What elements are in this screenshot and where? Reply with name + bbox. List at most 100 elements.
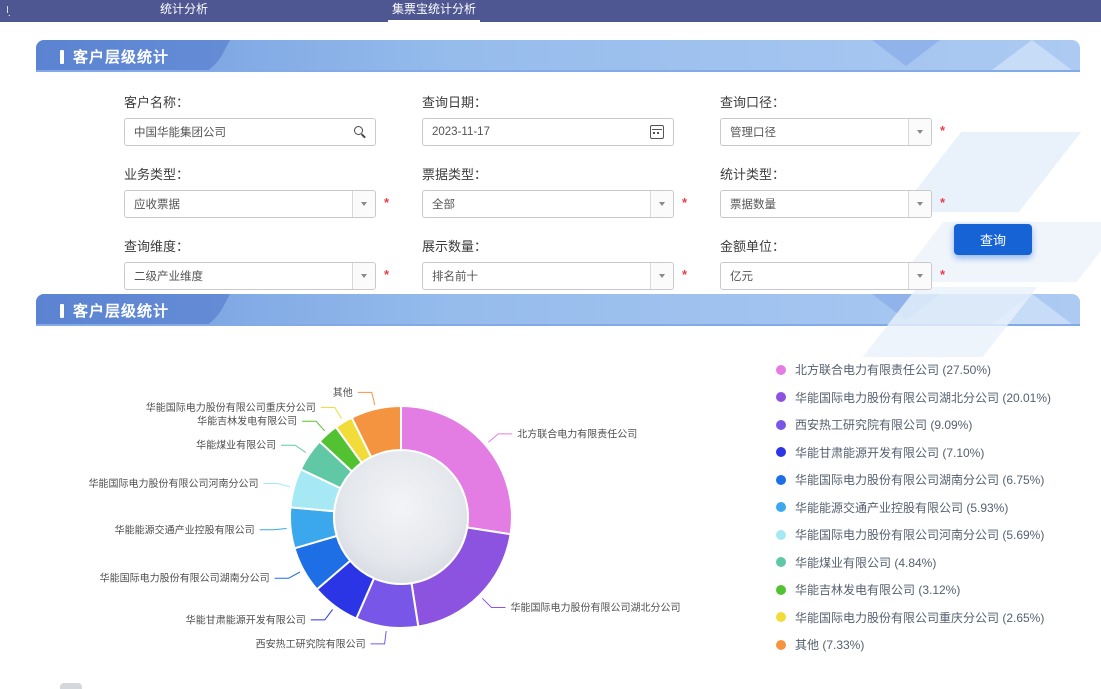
legend-dot-icon — [776, 502, 786, 512]
legend-item[interactable]: 北方联合电力有限责任公司 (27.50%) — [776, 356, 1051, 384]
select-arrow-box[interactable] — [908, 191, 931, 217]
field-value: 管理口径 — [730, 124, 776, 140]
field-label: 查询日期： — [422, 92, 674, 111]
callout-label: 其他 — [333, 386, 353, 399]
legend-item[interactable]: 华能能源交通产业控股有限公司 (5.93%) — [776, 494, 1051, 522]
required-marker: * — [940, 267, 945, 282]
donut-chart: 北方联合电力有限责任公司华能国际电力股份有限公司湖北分公司西安热工研究院有限公司… — [36, 326, 776, 689]
select-field[interactable]: 排名前十 — [422, 262, 674, 290]
banner-triangle-down — [872, 40, 940, 66]
legend-dot-icon — [776, 420, 786, 430]
search-icon[interactable] — [354, 126, 366, 138]
legend-dot-icon — [776, 585, 786, 595]
chevron-down-icon — [361, 274, 367, 278]
select-field[interactable]: 票据数量 — [720, 190, 932, 218]
callout-line — [321, 408, 342, 419]
select-arrow-box[interactable] — [650, 263, 673, 289]
callout-line — [302, 421, 325, 431]
select-arrow-box[interactable] — [650, 191, 673, 217]
field-label: 展示数量： — [422, 236, 674, 255]
select-arrow-box[interactable] — [352, 263, 375, 289]
query-button[interactable]: 查询 — [954, 224, 1032, 255]
chevron-down-icon — [361, 202, 367, 206]
legend-label: 华能国际电力股份有限公司重庆分公司 (2.65%) — [795, 609, 1044, 626]
legend-label: 华能国际电力股份有限公司湖北分公司 (20.01%) — [795, 389, 1051, 406]
legend-label: 其他 (7.33%) — [795, 636, 864, 653]
callout-line — [488, 434, 512, 442]
top-nav-bar: 刂 统计分析 集票宝统计分析 — [0, 0, 1101, 22]
calendar-icon[interactable] — [650, 125, 664, 139]
legend-item[interactable]: 华能国际电力股份有限公司湖南分公司 (6.75%) — [776, 466, 1051, 494]
nav-left-fragment: 刂 — [1, 2, 10, 19]
field-value: 排名前十 — [432, 268, 478, 284]
callout-label: 华能煤业有限公司 — [196, 439, 276, 452]
field-label: 客户名称： — [124, 92, 376, 111]
bottom-edge-fragment — [60, 683, 82, 689]
required-marker: * — [384, 267, 389, 282]
legend-label: 华能能源交通产业控股有限公司 (5.93%) — [795, 499, 1008, 516]
legend-item[interactable]: 其他 (7.33%) — [776, 631, 1051, 659]
legend-item[interactable]: 华能煤业有限公司 (4.84%) — [776, 549, 1051, 577]
callout-label: 西安热工研究院有限公司 — [256, 637, 366, 650]
legend-label: 华能国际电力股份有限公司湖南分公司 (6.75%) — [795, 471, 1044, 488]
banner-triangle-up — [992, 40, 1072, 70]
required-marker: * — [384, 195, 389, 210]
legend-item[interactable]: 华能国际电力股份有限公司重庆分公司 (2.65%) — [776, 604, 1051, 632]
query-form-grid: 客户名称： 中国华能集团公司 查询日期： 2023-11-17 查询口径： 管理口径 * 业务… — [124, 92, 1080, 290]
legend-item[interactable]: 华能国际电力股份有限公司湖北分公司 (20.01%) — [776, 384, 1051, 412]
select-field[interactable]: 应收票据 — [124, 190, 376, 218]
callout-label: 华能国际电力股份有限公司湖南分公司 — [100, 572, 270, 585]
field-value: 二级产业维度 — [134, 268, 203, 284]
field-value: 全部 — [432, 196, 455, 212]
field-label: 业务类型： — [124, 164, 376, 183]
legend-item[interactable]: 华能国际电力股份有限公司河南分公司 (5.69%) — [776, 521, 1051, 549]
form-field: 金额单位：亿元* — [720, 236, 932, 290]
select-arrow-box[interactable] — [352, 191, 375, 217]
callout-label: 华能国际电力股份有限公司河南分公司 — [89, 477, 259, 490]
required-marker: * — [940, 195, 945, 210]
chart-legend: 北方联合电力有限责任公司 (27.50%) 华能国际电力股份有限公司湖北分公司 (… — [776, 356, 1051, 659]
field-label: 查询口径： — [720, 92, 932, 111]
field-value: 亿元 — [730, 268, 753, 284]
legend-item[interactable]: 西安热工研究院有限公司 (9.09%) — [776, 411, 1051, 439]
legend-dot-icon — [776, 447, 786, 457]
legend-dot-icon — [776, 557, 786, 567]
form-field: 展示数量：排名前十* — [422, 236, 674, 290]
legend-item[interactable]: 华能吉林发电有限公司 (3.12%) — [776, 576, 1051, 604]
nav-tab[interactable]: 集票宝统计分析 — [388, 1, 480, 22]
select-field[interactable]: 二级产业维度 — [124, 262, 376, 290]
chevron-down-icon — [917, 202, 923, 206]
donut-chart-area: 北方联合电力有限责任公司华能国际电力股份有限公司湖北分公司西安热工研究院有限公司… — [36, 326, 1080, 689]
legend-item[interactable]: 华能甘肃能源开发有限公司 (7.10%) — [776, 439, 1051, 467]
chevron-down-icon — [917, 130, 923, 134]
chevron-down-icon — [659, 274, 665, 278]
select-arrow-box[interactable] — [908, 263, 931, 289]
legend-dot-icon — [776, 475, 786, 485]
legend-dot-icon — [776, 365, 786, 375]
required-marker: * — [940, 123, 945, 138]
callout-label: 华能国际电力股份有限公司湖北分公司 — [511, 601, 681, 614]
field-label: 统计类型： — [720, 164, 932, 183]
search-input[interactable]: 中国华能集团公司 — [124, 118, 376, 146]
query-form: 客户名称： 中国华能集团公司 查询日期： 2023-11-17 查询口径： 管理口径 * 业务… — [36, 72, 1080, 312]
select-field[interactable]: 亿元 — [720, 262, 932, 290]
legend-label: 西安热工研究院有限公司 (9.09%) — [795, 416, 972, 433]
callout-line — [275, 572, 300, 578]
select-field[interactable]: 管理口径 — [720, 118, 932, 146]
nav-tab[interactable]: 统计分析 — [156, 1, 212, 22]
field-label: 金额单位： — [720, 236, 932, 255]
select-field[interactable]: 全部 — [422, 190, 674, 218]
callout-label: 华能能源交通产业控股有限公司 — [115, 523, 255, 536]
callout-line — [358, 392, 375, 405]
filter-section-title: 客户层级统计 — [60, 46, 169, 67]
chart-section-title: 客户层级统计 — [60, 300, 169, 321]
form-field: 查询日期： 2023-11-17 — [422, 92, 674, 146]
required-marker: * — [682, 267, 687, 282]
date-input[interactable]: 2023-11-17 — [422, 118, 674, 146]
callout-label: 华能国际电力股份有限公司重庆分公司 — [146, 401, 316, 414]
form-field: 票据类型：全部* — [422, 164, 674, 218]
form-field: 统计类型：票据数量* — [720, 164, 932, 218]
app-screen: 刂 统计分析 集票宝统计分析 客户层级统计 客户名称： 中国华能集团公司 查询日期： 2… — [0, 0, 1101, 689]
select-arrow-box[interactable] — [908, 119, 931, 145]
legend-label: 华能吉林发电有限公司 (3.12%) — [795, 581, 960, 598]
